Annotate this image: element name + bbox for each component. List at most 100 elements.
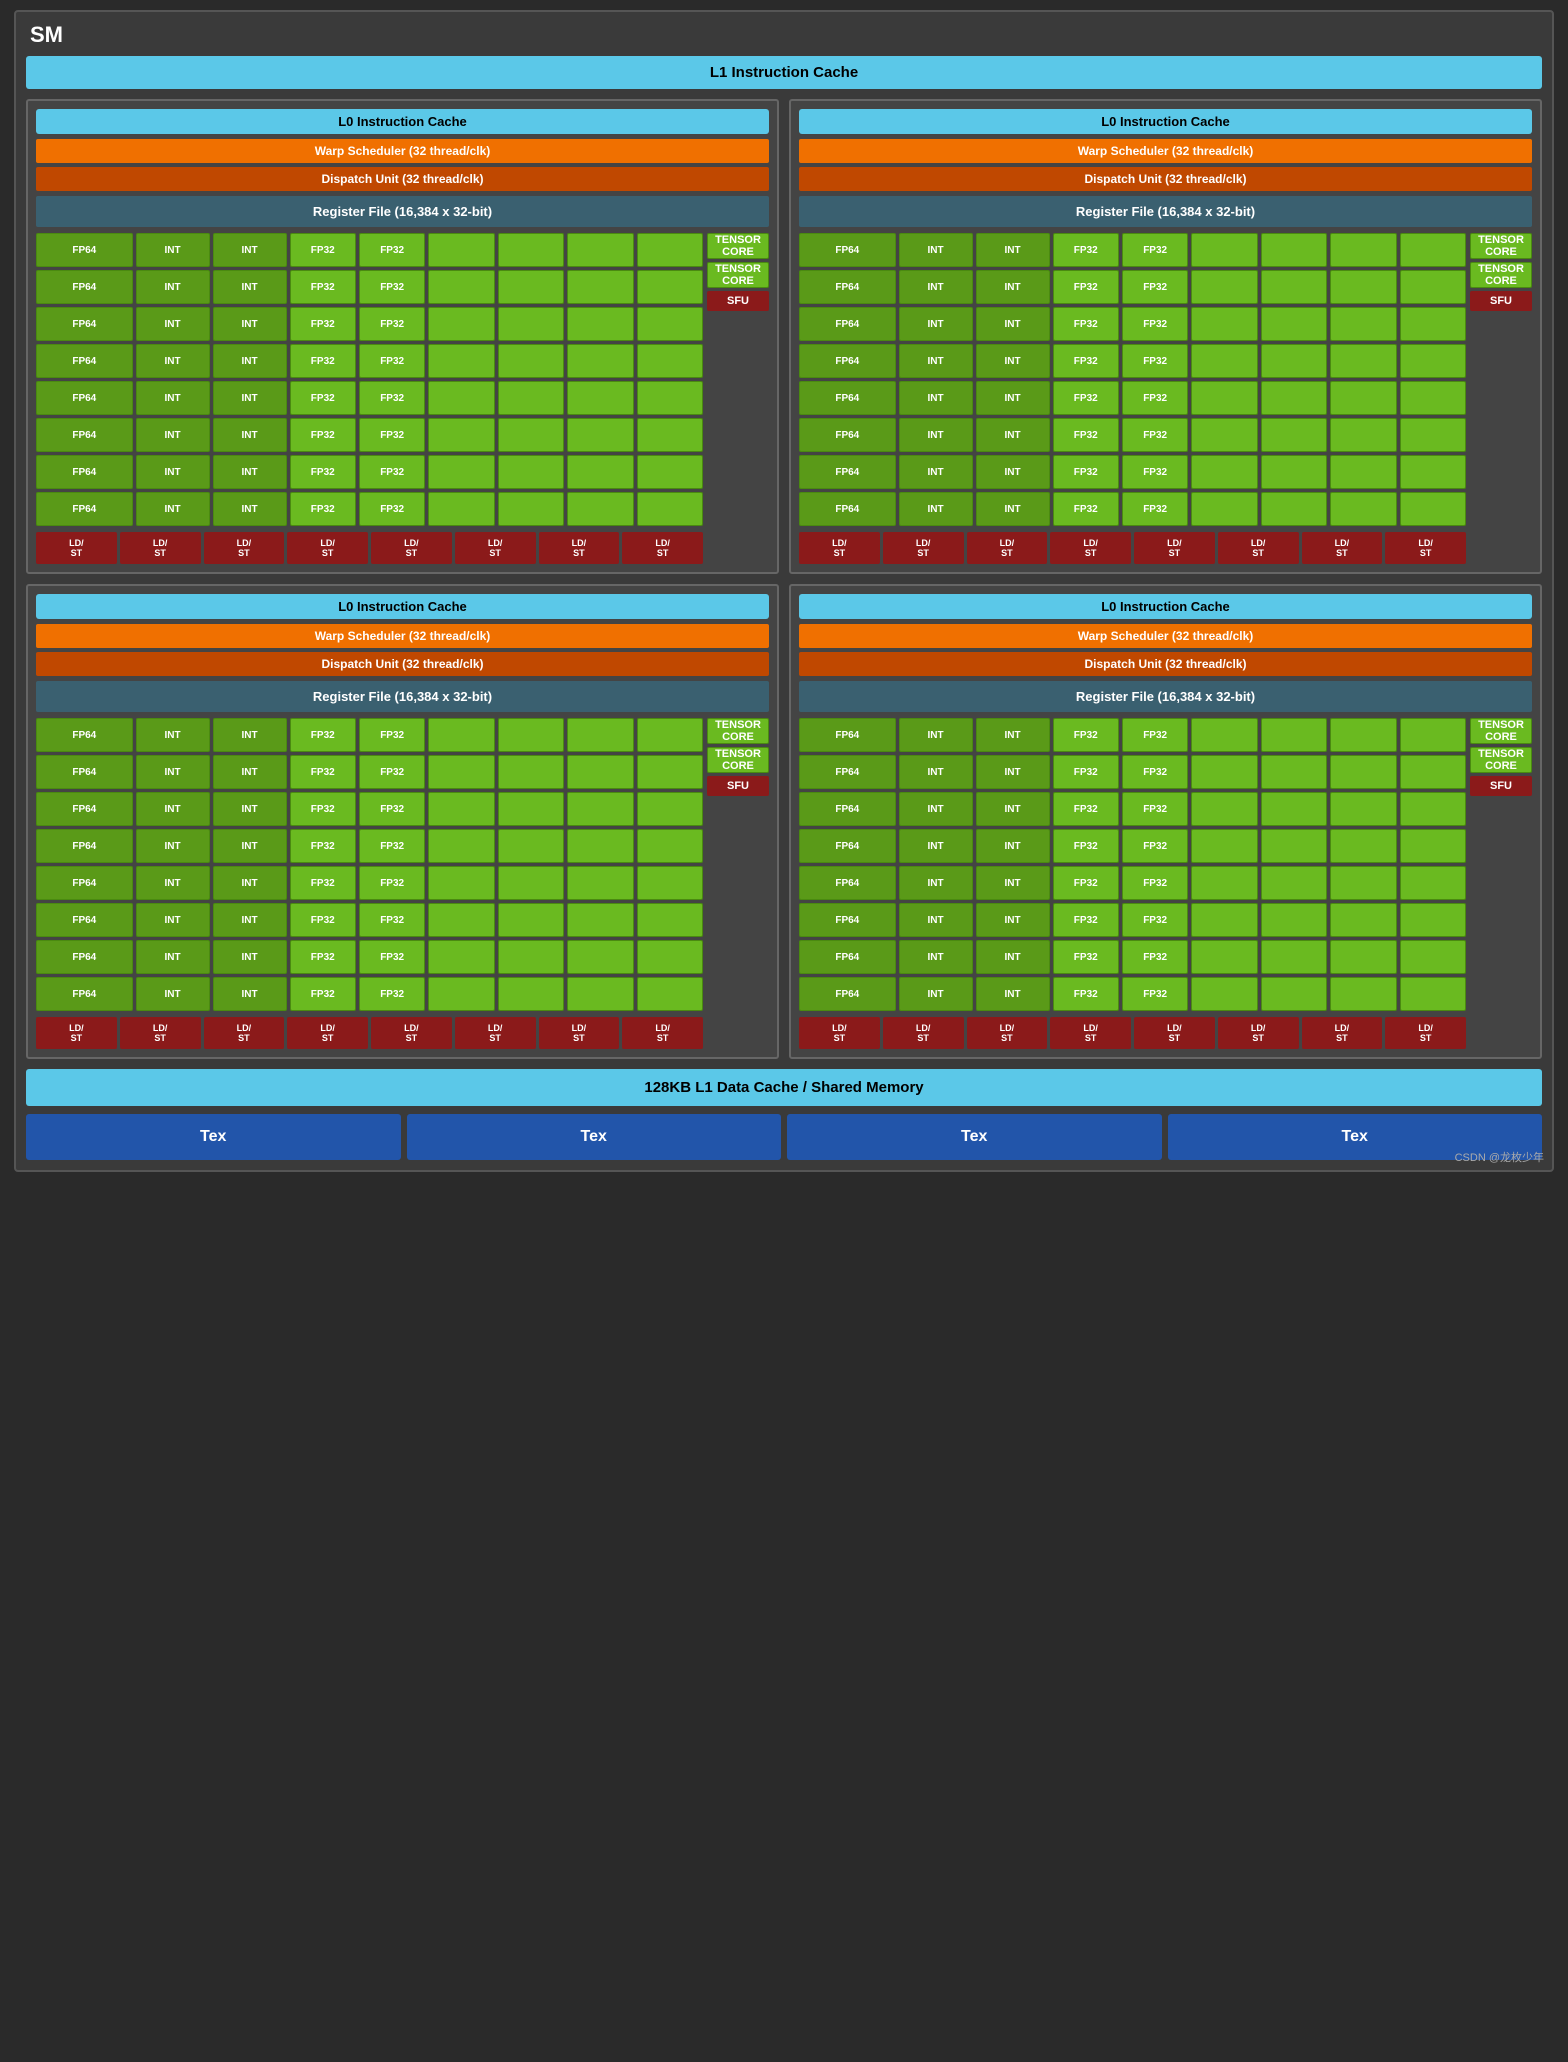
ld-st-cell: LD/ST <box>539 1017 620 1049</box>
fp32-cell <box>1261 270 1327 304</box>
fp64-cell: FP64 <box>799 755 896 789</box>
fp32-cell <box>1261 829 1327 863</box>
fp64-cell: FP64 <box>799 718 896 752</box>
fp32-cell: FP32 <box>290 307 356 341</box>
ld-st-group: LD/ST LD/ST LD/ST LD/ST LD/ST LD/ST LD/S… <box>799 1017 1466 1049</box>
ld-st-cell: LD/ST <box>455 1017 536 1049</box>
int-cell: INT <box>976 866 1050 900</box>
ld-st-cell: LD/ST <box>36 1017 117 1049</box>
units-grid-2: FP64 INT INT FP32 FP32 FP64 INT INT <box>799 233 1466 564</box>
warp-scheduler-2: Warp Scheduler (32 thread/clk) <box>799 139 1532 163</box>
quadrant-1: L0 Instruction Cache Warp Scheduler (32 … <box>26 99 779 574</box>
int-cell: INT <box>213 940 287 974</box>
sfu-cell: SFU <box>1470 291 1532 311</box>
int-cell: INT <box>213 418 287 452</box>
fp32-cell <box>498 492 564 526</box>
fp32-cell <box>498 755 564 789</box>
fp32-cell <box>1261 344 1327 378</box>
tensor-core: TENSORCORE <box>707 262 769 288</box>
int-cell: INT <box>136 755 210 789</box>
tensor-col-1: TENSORCORE TENSORCORE SFU <box>707 233 769 311</box>
fp64-cell: FP64 <box>36 233 133 267</box>
fp32-cell <box>1330 233 1396 267</box>
register-file-3: Register File (16,384 x 32-bit) <box>36 681 769 712</box>
fp32-cell <box>1191 233 1257 267</box>
fp32-cell <box>1261 977 1327 1011</box>
int-cell: INT <box>976 829 1050 863</box>
unit-row: FP64 INT INT FP32 FP32 <box>36 829 703 863</box>
unit-row: FP64 INT INT FP32 FP32 <box>799 270 1466 304</box>
unit-row: FP64 INT INT FP32 FP32 <box>799 977 1466 1011</box>
unit-row: FP64 INT INT FP32 FP32 <box>36 755 703 789</box>
fp32-cell <box>428 492 494 526</box>
fp32-cell <box>567 755 633 789</box>
int-cell: INT <box>976 270 1050 304</box>
sm-container: SM L1 Instruction Cache L0 Instruction C… <box>14 10 1554 1172</box>
fp32-cell <box>498 940 564 974</box>
fp32-cell <box>1191 492 1257 526</box>
fp32-cell <box>1400 307 1466 341</box>
fp32-cell: FP32 <box>290 492 356 526</box>
fp32-cell: FP32 <box>1053 344 1119 378</box>
fp32-cell <box>498 344 564 378</box>
fp32-cell <box>1330 977 1396 1011</box>
int-cell: INT <box>136 307 210 341</box>
fp32-cell <box>1330 755 1396 789</box>
fp32-cell: FP32 <box>1122 233 1188 267</box>
fp32-cell: FP32 <box>1053 829 1119 863</box>
fp32-cell: FP32 <box>359 344 425 378</box>
fp64-cell: FP64 <box>799 829 896 863</box>
compute-area-2: FP64 INT INT FP32 FP32 FP64 INT INT <box>799 233 1532 564</box>
int-cell: INT <box>899 307 973 341</box>
unit-row: FP64 INT INT FP32 FP32 <box>36 307 703 341</box>
fp32-cell <box>1191 718 1257 752</box>
ld-st-cell: LD/ST <box>204 532 285 564</box>
fp32-cell: FP32 <box>1053 977 1119 1011</box>
fp32-cell <box>1191 903 1257 937</box>
fp32-cell <box>1261 381 1327 415</box>
tensor-core: TENSORCORE <box>707 747 769 773</box>
unit-row: FP64 INT INT FP32 FP32 <box>36 344 703 378</box>
int-cell: INT <box>213 718 287 752</box>
unit-row: FP64 INT INT FP32 FP32 <box>36 903 703 937</box>
tex-row: Tex Tex Tex Tex <box>26 1114 1542 1160</box>
fp32-cell <box>1330 455 1396 489</box>
fp32-cell <box>1400 344 1466 378</box>
fp32-cell <box>498 455 564 489</box>
unit-row: FP64 INT INT FP32 FP32 <box>799 792 1466 826</box>
fp64-cell: FP64 <box>36 866 133 900</box>
int-cell: INT <box>899 344 973 378</box>
fp32-cell: FP32 <box>1122 977 1188 1011</box>
tensor-core: TENSORCORE <box>1470 233 1532 259</box>
fp32-cell <box>567 233 633 267</box>
ld-st-cell: LD/ST <box>455 532 536 564</box>
fp32-cell <box>1400 903 1466 937</box>
fp32-cell: FP32 <box>1053 755 1119 789</box>
unit-row: FP64 INT INT FP32 FP32 <box>799 829 1466 863</box>
fp32-cell <box>1400 940 1466 974</box>
l0-cache-3: L0 Instruction Cache <box>36 594 769 619</box>
fp32-cell: FP32 <box>359 940 425 974</box>
fp32-cell <box>1261 418 1327 452</box>
fp32-cell <box>567 270 633 304</box>
fp64-cell: FP64 <box>36 307 133 341</box>
fp64-cell: FP64 <box>799 455 896 489</box>
fp32-cell: FP32 <box>290 903 356 937</box>
fp64-cell: FP64 <box>799 381 896 415</box>
unit-row: FP64 INT INT FP32 FP32 <box>36 418 703 452</box>
fp32-cell <box>1191 270 1257 304</box>
int-cell: INT <box>136 940 210 974</box>
fp32-cell <box>1400 977 1466 1011</box>
fp32-cell <box>428 829 494 863</box>
warp-scheduler-1: Warp Scheduler (32 thread/clk) <box>36 139 769 163</box>
ld-st-cell: LD/ST <box>287 1017 368 1049</box>
fp32-cell <box>498 977 564 1011</box>
fp32-cell <box>567 792 633 826</box>
int-cell: INT <box>213 755 287 789</box>
int-cell: INT <box>213 977 287 1011</box>
fp32-cell <box>1191 866 1257 900</box>
ld-st-cell: LD/ST <box>36 532 117 564</box>
ld-st-cell: LD/ST <box>371 1017 452 1049</box>
int-cell: INT <box>136 492 210 526</box>
fp32-cell <box>498 866 564 900</box>
